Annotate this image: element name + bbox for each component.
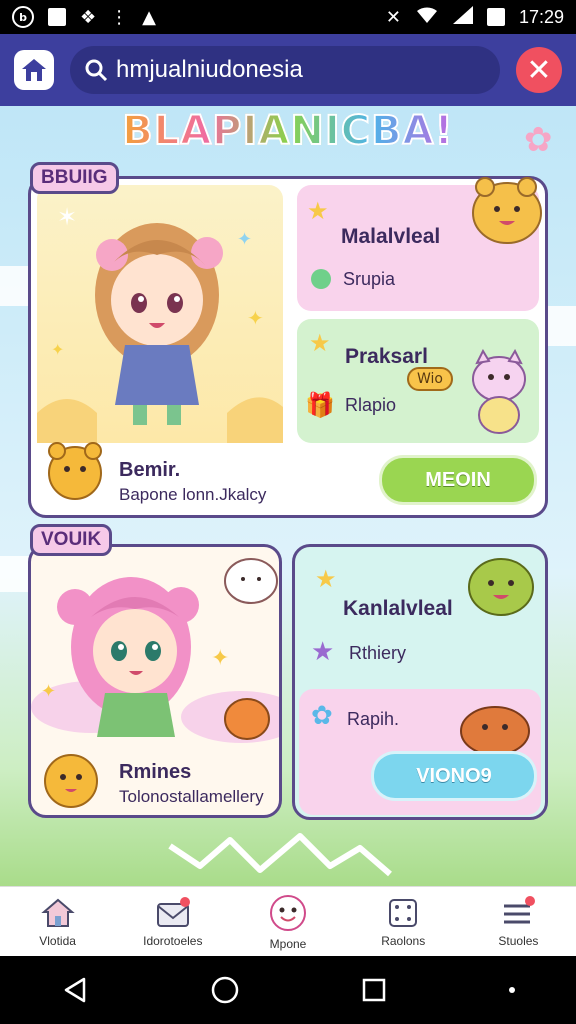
back-icon[interactable] xyxy=(60,975,90,1005)
flower-icon: ✿ xyxy=(524,120,553,160)
star-icon: ★ xyxy=(315,565,337,593)
cat-mascot-icon xyxy=(472,349,526,434)
smile-icon xyxy=(270,894,306,931)
dice-icon xyxy=(389,898,418,927)
status-bar: b ❖ ⋮ ▲ ✕ 17:29 xyxy=(0,0,576,34)
system-navigation-bar xyxy=(0,956,576,1024)
nav-item-mpone[interactable]: Mpone xyxy=(230,887,345,956)
character-name: Rmines xyxy=(119,761,192,783)
app-icon: ❖ xyxy=(80,6,97,28)
photo-icon xyxy=(48,8,66,26)
home-button[interactable] xyxy=(14,50,54,90)
character-name: Bemir. xyxy=(119,459,181,481)
section-label: VOUIK xyxy=(30,524,113,556)
wifi-icon xyxy=(415,6,439,29)
home-icon xyxy=(40,898,75,927)
nav-item-stuoles[interactable]: Stuoles xyxy=(461,887,576,956)
tile-subtitle: Srupia xyxy=(343,269,396,289)
nav-item-vlotida[interactable]: Vlotida xyxy=(0,887,115,956)
dot-icon xyxy=(508,987,515,993)
purple-star-icon: ★ xyxy=(311,637,335,667)
vibrate-icon: ✕ xyxy=(385,6,401,27)
green-monster-icon xyxy=(468,558,534,616)
svg-text:✦: ✦ xyxy=(51,340,64,359)
android-icon: ▲ xyxy=(142,6,156,28)
svg-text:✶: ✶ xyxy=(57,203,77,231)
bear-icon xyxy=(48,442,102,500)
speech-bubble: Wio xyxy=(407,367,453,391)
balloon-icon xyxy=(311,269,331,289)
home-circle-icon[interactable] xyxy=(209,974,241,1006)
search-icon xyxy=(85,59,108,82)
grass-decoration xyxy=(168,833,392,877)
tile-title: Kanlalvleal xyxy=(343,597,453,620)
clock-time: 17:29 xyxy=(518,6,564,27)
main-content: BLAPIANICBA! ✿ ✶ ✦ ✦ ✦ ★ Malalvleal Srup… xyxy=(0,106,576,886)
banner-title: BLAPIANICBA! xyxy=(121,107,454,155)
close-icon: ✕ xyxy=(526,52,552,88)
tile-kanlalvleal[interactable]: ★ Kanlalvleal ★ Rthiery xyxy=(299,551,541,683)
battery-icon xyxy=(486,8,505,26)
section-card-2[interactable]: ✦ ✦ Rmines Tolonostallamellery xyxy=(28,544,301,818)
tile-praksarl[interactable]: ★ Praksarl 🎁 Rlapio Wio xyxy=(297,319,539,443)
tile-subtitle: Rapih. xyxy=(347,709,400,729)
tile-subtitle: Rlapio xyxy=(345,395,397,415)
section-label: BBUIIG xyxy=(30,162,119,194)
tile-subtitle: Rthiery xyxy=(349,643,407,663)
more-dots-icon: ⋮ xyxy=(110,6,129,28)
flower-icon: ✿ xyxy=(311,701,333,731)
tile-rapih[interactable]: ✿ Rapih. VIONO9 xyxy=(299,689,541,815)
bottom-navigation: Vlotida Idorotoeles Mpone Raolons Stuole… xyxy=(0,886,576,956)
bear-mascot-icon xyxy=(472,177,542,244)
recents-icon[interactable] xyxy=(360,976,388,1004)
orange-bear-icon xyxy=(460,706,530,756)
character-pink-girl-illustration: ✦ ✦ xyxy=(31,558,301,743)
meoin-button[interactable]: MEOIN xyxy=(379,455,537,505)
close-button[interactable]: ✕ xyxy=(516,47,562,93)
search-bar[interactable]: hmjualniudonesia xyxy=(70,46,500,94)
svg-text:✦: ✦ xyxy=(41,681,56,702)
section-card-3: ★ Kanlalvleal ★ Rthiery ✿ Rapih. VIONO9 xyxy=(292,544,548,820)
star-icon: ★ xyxy=(309,329,331,357)
character-description: Tolonostallamellery xyxy=(119,787,264,806)
character-panel[interactable]: ✶ ✦ ✦ ✦ xyxy=(37,185,283,443)
svg-text:✦: ✦ xyxy=(211,646,229,671)
svg-text:✦: ✦ xyxy=(237,229,252,250)
section-card-1: ✶ ✦ ✦ ✦ ★ Malalvleal Srupia ★ Praksarl 🎁… xyxy=(28,176,548,518)
tile-title: Praksarl xyxy=(345,345,428,368)
character-girl-illustration: ✶ ✦ ✦ ✦ xyxy=(37,203,283,443)
app-bar: hmjualniudonesia ✕ xyxy=(0,34,576,106)
signal-icon xyxy=(452,5,473,29)
character-description: Bapone lonn.Jkalcy xyxy=(119,485,267,504)
notification-icon: b xyxy=(12,6,34,28)
viono9-button[interactable]: VIONO9 xyxy=(371,751,537,801)
home-icon xyxy=(22,59,46,81)
nav-item-raolons[interactable]: Raolons xyxy=(346,887,461,956)
search-input[interactable]: hmjualniudonesia xyxy=(116,56,303,84)
tile-title: Malalvleal xyxy=(341,225,441,248)
gift-icon: 🎁 xyxy=(305,391,335,419)
menu-icon xyxy=(504,895,536,923)
mail-icon xyxy=(156,896,190,927)
bear-face-icon xyxy=(44,754,98,808)
star-icon: ★ xyxy=(307,197,329,225)
nav-item-idorotoeles[interactable]: Idorotoeles xyxy=(115,887,230,956)
svg-text:✦: ✦ xyxy=(247,306,264,330)
